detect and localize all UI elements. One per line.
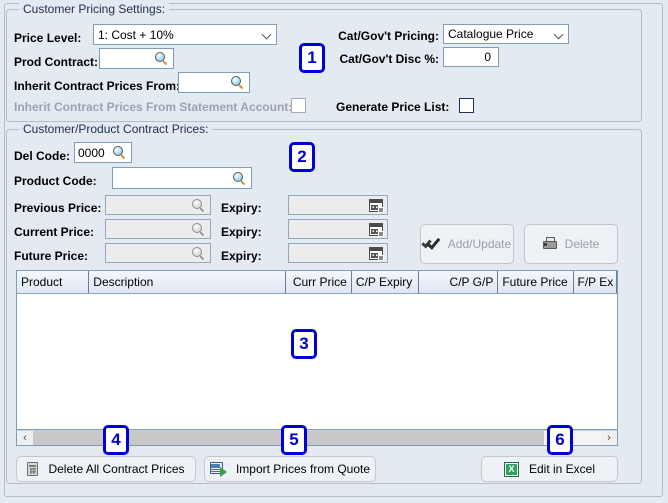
table-column-header[interactable]: F/P Ex: [573, 271, 617, 293]
table-column-header-label: Description: [93, 275, 154, 289]
cat-gov-pricing-label: Cat/Gov't Pricing:: [338, 29, 439, 43]
current-price-input[interactable]: [105, 219, 211, 239]
cat-gov-pricing-select[interactable]: Catalogue Price: [443, 24, 569, 44]
contract-prices-table[interactable]: Product Description Curr Price C/P Expiry C/…: [16, 270, 618, 430]
inherit-from-statement-account-label: Inherit Contract Prices From Statement A…: [14, 100, 293, 114]
table-column-header-label: Curr Price: [292, 275, 347, 289]
previous-expiry-input[interactable]: [288, 195, 388, 215]
add-update-button[interactable]: Add/Update: [420, 224, 514, 264]
generate-price-list-checkbox[interactable]: [459, 98, 474, 113]
table-column-header[interactable]: C/P G/P: [419, 271, 499, 293]
current-expiry-label: Expiry:: [221, 225, 262, 239]
future-price-label: Future Price:: [14, 249, 89, 263]
product-code-label: Product Code:: [14, 174, 97, 188]
delete-all-contract-prices-button[interactable]: Delete All Contract Prices: [16, 456, 196, 482]
table-header-row: Product Description Curr Price C/P Expiry C/…: [17, 271, 617, 294]
calendar-icon[interactable]: [367, 244, 384, 262]
generate-price-list-label: Generate Price List:: [336, 100, 450, 114]
previous-price-label: Previous Price:: [14, 201, 102, 215]
current-price-label: Current Price:: [14, 225, 95, 239]
price-level-label: Price Level:: [14, 31, 82, 45]
future-price-input[interactable]: [105, 243, 211, 263]
table-column-header-label: C/P Expiry: [355, 275, 413, 289]
excel-glyph: X: [508, 464, 515, 474]
delete-label: Delete: [564, 237, 600, 251]
table-column-header-label: F/P Ex: [577, 275, 614, 289]
chevron-down-icon: [550, 30, 568, 39]
calendar-icon[interactable]: [367, 196, 384, 214]
table-column-header-label: Future Price: [502, 275, 568, 289]
search-icon[interactable]: [190, 196, 207, 214]
price-level-value: 1: Cost + 10%: [98, 27, 174, 42]
callout-badge-3: 3: [291, 329, 317, 359]
inherit-contract-prices-from-input[interactable]: [178, 72, 250, 93]
callout-badge-1: 1: [299, 43, 325, 73]
scroll-left-arrow-icon[interactable]: ‹: [17, 431, 33, 445]
prod-contract-input[interactable]: [99, 48, 174, 69]
callout-badge-5: 5: [281, 425, 307, 455]
table-column-header[interactable]: Product: [17, 271, 90, 293]
import-prices-from-quote-label: Import Prices from Quote: [235, 462, 371, 476]
cat-gov-pricing-value: Catalogue Price: [448, 27, 534, 41]
checkmark-icon: [421, 234, 441, 252]
callout-badge-6: 6: [547, 425, 573, 455]
chevron-down-icon: [258, 30, 276, 39]
scroll-right-arrow-icon[interactable]: ›: [601, 431, 617, 445]
delete-button[interactable]: Delete: [524, 224, 618, 264]
search-icon[interactable]: [190, 244, 207, 262]
table-column-header-label: Product: [21, 275, 63, 289]
future-expiry-label: Expiry:: [221, 249, 262, 263]
previous-expiry-label: Expiry:: [221, 201, 262, 215]
cat-gov-disc-input[interactable]: 0: [443, 47, 499, 67]
search-icon[interactable]: [229, 73, 246, 92]
del-code-input[interactable]: 0000: [74, 142, 132, 163]
prod-contract-label: Prod Contract:: [14, 55, 98, 69]
cat-gov-disc-label: Cat/Gov't Disc %:: [339, 52, 439, 66]
inherit-from-statement-account-checkbox[interactable]: [291, 98, 306, 113]
inherit-contract-prices-from-label: Inherit Contract Prices From:: [14, 79, 181, 93]
import-prices-from-quote-button[interactable]: Import Prices from Quote: [204, 456, 376, 482]
table-body[interactable]: [17, 294, 617, 429]
table-column-header[interactable]: Future Price: [498, 271, 574, 293]
table-column-header[interactable]: Description: [89, 271, 287, 293]
edit-in-excel-button[interactable]: X Edit in Excel: [481, 456, 618, 482]
search-icon[interactable]: [111, 143, 128, 162]
search-icon[interactable]: [190, 220, 207, 238]
cat-gov-disc-value: 0: [484, 51, 491, 63]
customer-pricing-settings-title: Customer Pricing Settings:: [19, 2, 170, 16]
future-expiry-input[interactable]: [288, 243, 388, 263]
pricing-settings-screen: Customer Pricing Settings: Price Level: …: [0, 0, 668, 503]
del-code-value: 0000: [78, 146, 105, 159]
delete-all-contract-prices-label: Delete All Contract Prices: [48, 462, 185, 476]
excel-icon: X: [503, 461, 519, 477]
product-code-input[interactable]: [112, 167, 252, 189]
callout-badge-4: 4: [103, 425, 129, 455]
calendar-icon[interactable]: [367, 220, 384, 238]
edit-in-excel-label: Edit in Excel: [528, 462, 596, 476]
table-column-header[interactable]: C/P Expiry: [351, 271, 420, 293]
del-code-label: Del Code:: [14, 149, 71, 163]
previous-price-input[interactable]: [105, 195, 211, 215]
callout-badge-2: 2: [289, 142, 315, 172]
table-column-header[interactable]: Curr Price: [286, 271, 352, 293]
customer-product-contract-prices-title: Customer/Product Contract Prices:: [19, 122, 213, 136]
price-level-select[interactable]: 1: Cost + 10%: [93, 24, 277, 45]
current-expiry-input[interactable]: [288, 219, 388, 239]
delete-record-icon: [542, 237, 558, 251]
import-icon: [209, 462, 227, 477]
table-column-header-label: C/P G/P: [449, 275, 494, 289]
search-icon[interactable]: [231, 168, 248, 188]
search-icon[interactable]: [153, 49, 170, 68]
trash-icon: [27, 462, 39, 476]
add-update-label: Add/Update: [447, 237, 512, 251]
